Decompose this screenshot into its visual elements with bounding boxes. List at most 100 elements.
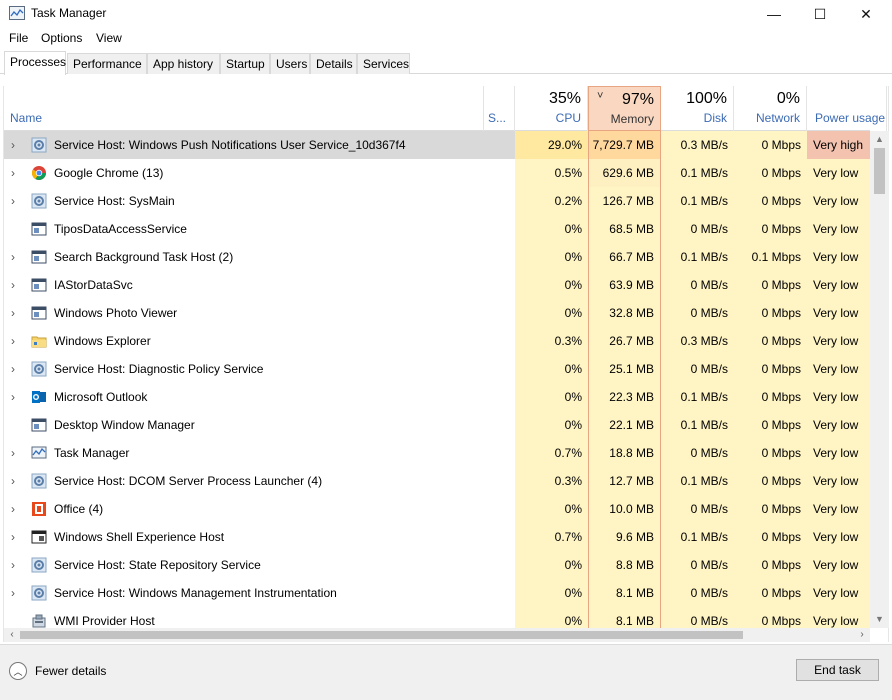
table-row[interactable]: › Service Host: Diagnostic Policy Service… — [4, 355, 870, 383]
expand-chevron-icon[interactable]: › — [11, 159, 15, 187]
process-name: WMI Provider Host — [54, 614, 155, 628]
gear-icon — [31, 193, 47, 209]
menu-options[interactable]: Options — [41, 31, 82, 45]
menu-file[interactable]: File — [9, 31, 28, 45]
disk-cell: 0 MB/s — [661, 607, 734, 628]
table-row[interactable]: › Service Host: Windows Push Notification… — [4, 131, 870, 159]
cpu-cell: 0.7% — [515, 523, 588, 551]
expand-chevron-icon[interactable]: › — [11, 439, 15, 467]
table-row[interactable]: › Service Host: SysMain 0.2% 126.7 MB 0.1 MB… — [4, 187, 870, 215]
sort-descending-icon: ˅ — [597, 90, 604, 102]
expand-chevron-icon[interactable]: › — [11, 495, 15, 523]
memory-total-percent: 97% — [621, 91, 654, 108]
network-cell: 0 Mbps — [734, 383, 807, 411]
network-cell: 0 Mbps — [734, 355, 807, 383]
fewer-details-link[interactable]: ︿ Fewer details — [9, 661, 106, 681]
footer-bar: ︿ Fewer details End task — [0, 644, 892, 700]
cpu-cell: 0% — [515, 495, 588, 523]
outlook-icon — [31, 389, 47, 405]
tab-users[interactable]: Users — [270, 53, 310, 74]
expand-chevron-icon[interactable]: › — [11, 187, 15, 215]
expand-chevron-icon[interactable]: › — [11, 523, 15, 551]
scroll-left-arrow-icon[interactable]: ‹ — [4, 628, 20, 642]
process-name: Task Manager — [54, 446, 130, 460]
end-task-button[interactable]: End task — [796, 659, 879, 681]
shell-icon — [31, 529, 47, 545]
table-row[interactable]: › Windows Explorer 0.3% 26.7 MB 0.3 MB/s 0 Mb… — [4, 327, 870, 355]
table-row[interactable]: › Service Host: Windows Management Instru… — [4, 579, 870, 607]
scroll-right-arrow-icon[interactable]: › — [854, 628, 870, 642]
cpu-cell: 0.5% — [515, 159, 588, 187]
column-header-status[interactable]: S... — [484, 86, 515, 131]
tab-services[interactable]: Services — [357, 53, 410, 74]
network-cell: 0 Mbps — [734, 327, 807, 355]
gear-icon — [31, 557, 47, 573]
table-row[interactable]: › Service Host: DCOM Server Process Launc… — [4, 467, 870, 495]
expand-chevron-icon[interactable]: › — [11, 271, 15, 299]
table-row[interactable]: › Windows Shell Experience Host 0.7% 9.6 MB… — [4, 523, 870, 551]
disk-cell: 0.1 MB/s — [661, 411, 734, 439]
column-header-network[interactable]: 0% Network — [734, 86, 807, 131]
menu-view[interactable]: View — [96, 31, 122, 45]
tab-details[interactable]: Details — [310, 53, 357, 74]
memory-cell: 18.8 MB — [588, 439, 661, 467]
close-button[interactable]: ✕ — [843, 0, 889, 28]
vertical-scrollbar[interactable]: ▲ ▼ — [870, 131, 889, 628]
expand-chevron-icon[interactable]: › — [11, 551, 15, 579]
table-row[interactable]: › Google Chrome (13) 0.5% 629.6 MB 0.1 MB/s 0… — [4, 159, 870, 187]
table-row[interactable]: › Office (4) 0% 10.0 MB 0 MB/s 0 Mbps Very low — [4, 495, 870, 523]
power-usage-cell: Very low — [807, 411, 870, 439]
process-name: Service Host: SysMain — [54, 194, 175, 208]
horizontal-scrollbar[interactable]: ‹ › — [4, 628, 870, 642]
column-header-disk[interactable]: 100% Disk — [661, 86, 734, 131]
disk-cell: 0 MB/s — [661, 215, 734, 243]
tab-app-history[interactable]: App history — [147, 53, 220, 74]
minimize-button[interactable]: — — [751, 0, 797, 28]
expand-chevron-icon[interactable]: › — [11, 299, 15, 327]
disk-cell: 0.1 MB/s — [661, 523, 734, 551]
table-row[interactable]: › Service Host: State Repository Service 0… — [4, 551, 870, 579]
expand-chevron-icon[interactable]: › — [11, 243, 15, 271]
disk-cell: 0.1 MB/s — [661, 467, 734, 495]
expand-chevron-icon[interactable]: › — [11, 327, 15, 355]
table-row[interactable]: › Windows Photo Viewer 0% 32.8 MB 0 MB/s 0 Mb… — [4, 299, 870, 327]
column-header-name[interactable]: Name — [4, 86, 484, 131]
column-header-memory[interactable]: ˅ 97% Memory — [588, 86, 661, 131]
power-usage-cell: Very low — [807, 467, 870, 495]
column-header-power[interactable]: Power usage — [807, 86, 887, 131]
table-row[interactable]: › IAStorDataSvc 0% 63.9 MB 0 MB/s 0 Mbps Very … — [4, 271, 870, 299]
expand-chevron-icon[interactable]: › — [11, 467, 15, 495]
expand-chevron-icon[interactable]: › — [11, 131, 15, 159]
power-usage-cell: Very low — [807, 327, 870, 355]
table-row[interactable]: › Task Manager 0.7% 18.8 MB 0 MB/s 0 Mbps Very… — [4, 439, 870, 467]
table-row[interactable]: TiposDataAccessService 0% 68.5 MB 0 MB/s 0 M… — [4, 215, 870, 243]
column-label-cpu: CPU — [555, 111, 581, 125]
chrome-icon — [31, 165, 47, 181]
maximize-button[interactable]: ☐ — [797, 0, 843, 28]
tab-startup[interactable]: Startup — [220, 53, 270, 74]
column-header-cpu[interactable]: 35% CPU — [515, 86, 588, 131]
disk-cell: 0.1 MB/s — [661, 243, 734, 271]
scroll-down-arrow-icon[interactable]: ▼ — [870, 611, 889, 628]
vertical-scroll-thumb[interactable] — [874, 148, 885, 194]
expand-chevron-icon[interactable]: › — [11, 383, 15, 411]
tab-performance[interactable]: Performance — [67, 53, 147, 74]
table-row[interactable]: Desktop Window Manager 0% 22.1 MB 0.1 MB/s 0… — [4, 411, 870, 439]
table-row[interactable]: › Microsoft Outlook 0% 22.3 MB 0.1 MB/s 0 Mbp… — [4, 383, 870, 411]
memory-cell: 26.7 MB — [588, 327, 661, 355]
table-row[interactable]: WMI Provider Host 0% 8.1 MB 0 MB/s 0 Mbps Ver… — [4, 607, 870, 628]
horizontal-scroll-thumb[interactable] — [20, 631, 743, 639]
process-name: Windows Shell Experience Host — [54, 530, 225, 544]
folder-icon — [31, 333, 47, 349]
scroll-up-arrow-icon[interactable]: ▲ — [870, 131, 889, 148]
network-cell: 0 Mbps — [734, 187, 807, 215]
cpu-cell: 29.0% — [515, 131, 588, 159]
disk-cell: 0 MB/s — [661, 551, 734, 579]
expand-chevron-icon[interactable]: › — [11, 579, 15, 607]
tab-processes[interactable]: Processes — [4, 51, 66, 75]
table-row[interactable]: › Search Background Task Host (2) 0% 66.7 M… — [4, 243, 870, 271]
memory-cell: 68.5 MB — [588, 215, 661, 243]
memory-cell: 126.7 MB — [588, 187, 661, 215]
cpu-cell: 0% — [515, 215, 588, 243]
expand-chevron-icon[interactable]: › — [11, 355, 15, 383]
